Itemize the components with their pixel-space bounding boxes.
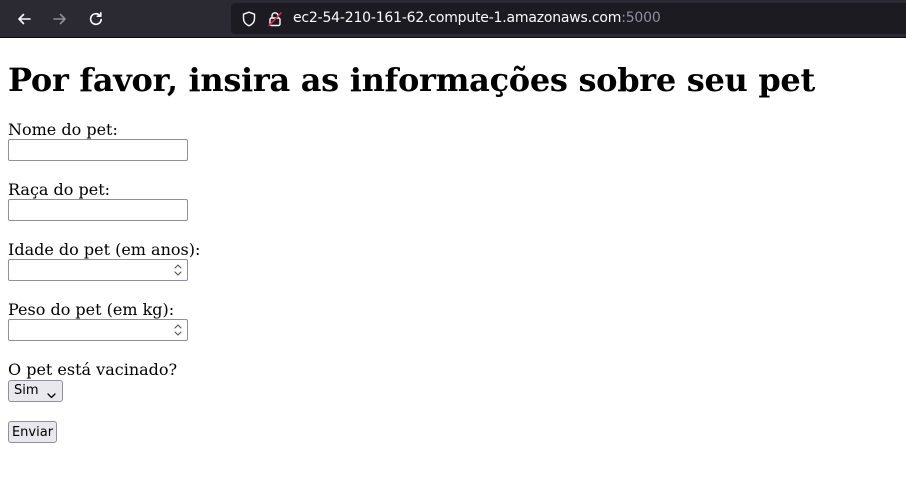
pet-name-input[interactable]: [8, 139, 188, 161]
url-bar[interactable]: ec2-54-210-161-62.compute-1.amazonaws.co…: [231, 3, 906, 34]
vaccinated-field: O pet está vacinado? Sim: [8, 360, 898, 402]
pet-weight-number-field: [8, 319, 188, 341]
pet-breed-label: Raça do pet:: [8, 180, 111, 199]
reload-icon: [87, 10, 105, 28]
pet-name-field: Nome do pet:: [8, 120, 898, 161]
url-text[interactable]: ec2-54-210-161-62.compute-1.amazonaws.co…: [293, 10, 661, 26]
weight-spinner-icon[interactable]: [170, 321, 186, 339]
submit-button[interactable]: Enviar: [8, 421, 57, 443]
pet-breed-input[interactable]: [8, 199, 188, 221]
pet-weight-input[interactable]: [8, 319, 188, 341]
pet-age-label: Idade do pet (em anos):: [8, 240, 201, 259]
submit-row: Enviar: [8, 421, 898, 443]
vaccinated-selected-value: Sim: [14, 383, 39, 398]
pet-name-label: Nome do pet:: [8, 120, 118, 139]
chevron-down-icon: [47, 388, 56, 403]
reload-button[interactable]: [83, 6, 109, 32]
age-spinner-icon[interactable]: [170, 261, 186, 279]
forward-arrow-icon: [51, 10, 69, 28]
vaccinated-label: O pet está vacinado?: [8, 360, 178, 379]
insecure-lock-icon[interactable]: [266, 10, 284, 28]
back-arrow-icon: [15, 10, 33, 28]
page-content: Por favor, insira as informações sobre s…: [8, 38, 898, 443]
browser-toolbar: ec2-54-210-161-62.compute-1.amazonaws.co…: [0, 0, 906, 38]
url-port: :5000: [621, 10, 661, 26]
back-button[interactable]: [11, 6, 37, 32]
pet-weight-field: Peso do pet (em kg):: [8, 300, 898, 341]
url-host: ec2-54-210-161-62.compute-1.amazonaws.co…: [293, 10, 622, 26]
forward-button[interactable]: [47, 6, 73, 32]
pet-weight-label: Peso do pet (em kg):: [8, 300, 175, 319]
pet-breed-field: Raça do pet:: [8, 180, 898, 221]
shield-icon[interactable]: [240, 10, 258, 28]
vaccinated-select[interactable]: Sim: [8, 379, 63, 403]
pet-age-input[interactable]: [8, 259, 188, 281]
pet-age-number-field: [8, 259, 188, 281]
page-title: Por favor, insira as informações sobre s…: [8, 61, 815, 99]
pet-age-field: Idade do pet (em anos):: [8, 240, 898, 281]
